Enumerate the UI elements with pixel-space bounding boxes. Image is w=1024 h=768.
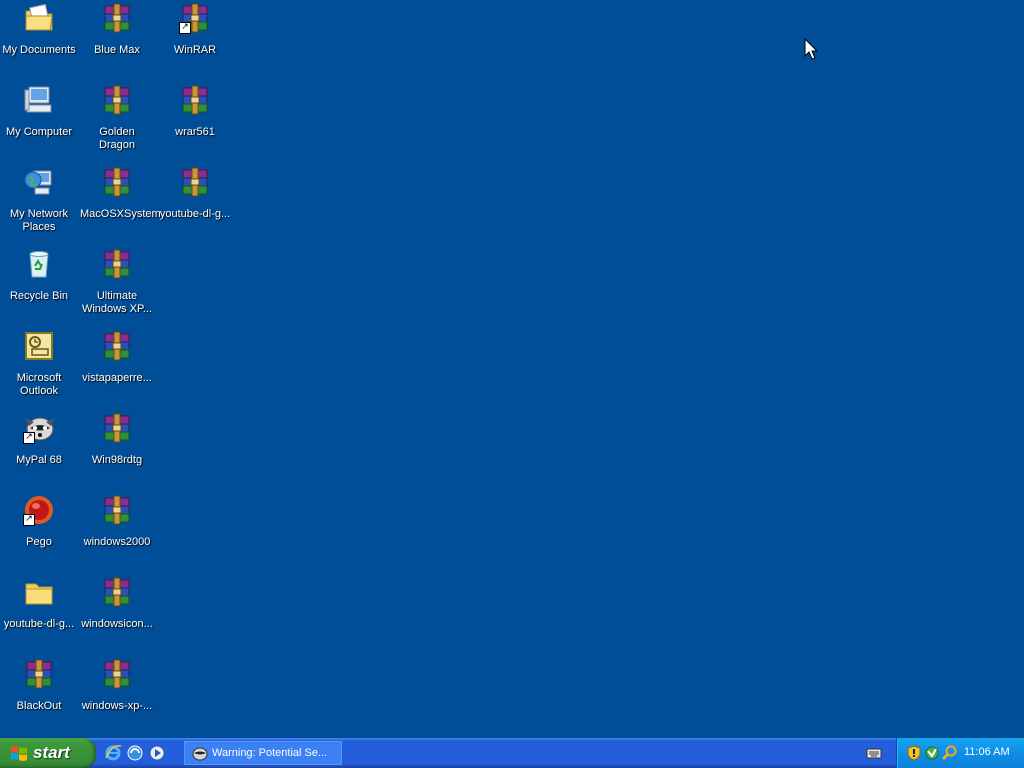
icon-label: windows2000 xyxy=(83,536,151,548)
desktop-icon-windowsicon[interactable]: windowsicon... xyxy=(78,576,156,631)
winrar-archive-icon xyxy=(101,330,133,362)
desktop-icon-win98rdtg[interactable]: Win98rdtg xyxy=(78,412,156,467)
network-icon[interactable] xyxy=(924,745,940,761)
desktop-icon-winrar[interactable]: ↗ WinRAR xyxy=(156,2,234,57)
desktop-icon-mypal-68[interactable]: ↗ MyPal 68 xyxy=(0,412,78,467)
icon-label: youtube-dl-g... xyxy=(3,618,75,630)
icon-label: vistapaperre... xyxy=(82,372,152,384)
recycle-bin-icon xyxy=(23,248,55,280)
outlook-express-icon[interactable] xyxy=(126,744,144,762)
desktop-icon-my-documents[interactable]: My Documents xyxy=(0,2,78,57)
system-tray: 11:06 AM xyxy=(896,738,1024,768)
winrar-archive-icon xyxy=(101,494,133,526)
search-icon[interactable] xyxy=(942,745,958,761)
desktop-icon-macosxsystem[interactable]: MacOSXSystem xyxy=(78,166,161,221)
folder-icon xyxy=(23,576,55,608)
desktop-icon-windows2000[interactable]: windows2000 xyxy=(78,494,156,549)
desktop-icon-microsoft-outlook[interactable]: Microsoft Outlook xyxy=(0,330,78,398)
winrar-archive-icon xyxy=(179,166,211,198)
winrar-installer-icon xyxy=(179,84,211,116)
desktop-icon-windows-xp[interactable]: windows-xp-... xyxy=(78,658,156,713)
my-computer-icon xyxy=(23,84,55,116)
mouse-cursor-icon xyxy=(804,38,818,60)
desktop-icon-my-computer[interactable]: My Computer xyxy=(0,84,78,139)
media-player-icon[interactable] xyxy=(148,744,166,762)
icon-label: windowsicon... xyxy=(81,618,153,630)
icon-label: Blue Max xyxy=(94,44,140,56)
desktop-icon-ultimate-windows-xp[interactable]: Ultimate Windows XP... xyxy=(78,248,156,316)
pego-icon: ↗ xyxy=(23,494,55,526)
icon-label: Recycle Bin xyxy=(9,290,69,302)
network-places-icon xyxy=(23,166,55,198)
security-shield-icon[interactable] xyxy=(906,745,922,761)
winrar-archive-icon xyxy=(101,412,133,444)
icon-label: Golden Dragon xyxy=(98,126,136,151)
icon-label: My Computer xyxy=(5,126,73,138)
outlook-icon xyxy=(23,330,55,362)
icon-label: MyPal 68 xyxy=(16,454,62,466)
desktop-icon-wrar561[interactable]: wrar561 xyxy=(156,84,234,139)
desktop-icon-blue-max[interactable]: Blue Max xyxy=(78,2,156,57)
my-documents-icon xyxy=(23,2,55,34)
start-button[interactable]: start xyxy=(0,738,96,768)
desktop-icon-my-network-places[interactable]: My Network Places xyxy=(0,166,78,234)
winrar-archive-icon xyxy=(23,658,55,690)
desktop-icon-blackout[interactable]: BlackOut xyxy=(0,658,78,713)
mypal-icon xyxy=(192,747,208,761)
icon-label: youtube-dl-g... xyxy=(159,208,231,220)
shortcut-arrow-icon: ↗ xyxy=(23,514,35,526)
desktop-icon-pego[interactable]: ↗ Pego xyxy=(0,494,78,549)
icon-label: BlackOut xyxy=(16,700,62,712)
desktop-icon-youtube-dl-archive[interactable]: youtube-dl-g... xyxy=(156,166,234,221)
taskbar: start Warning: Potential Se... 11:06 AM xyxy=(0,738,1024,768)
winrar-archive-icon xyxy=(101,84,133,116)
desktop-icon-youtube-dl-folder[interactable]: youtube-dl-g... xyxy=(0,576,78,631)
winrar-archive-icon xyxy=(101,166,133,198)
task-button-label: Warning: Potential Se... xyxy=(212,747,328,759)
winrar-shortcut-icon: ↗ xyxy=(179,2,211,34)
mypal-icon: ↗ xyxy=(23,412,55,444)
desktop-icon-golden-dragon[interactable]: Golden Dragon xyxy=(78,84,156,152)
start-label: start xyxy=(33,743,70,762)
quick-launch-bar xyxy=(104,738,166,768)
icon-label: WinRAR xyxy=(173,44,217,56)
taskbar-window-button[interactable]: Warning: Potential Se... xyxy=(184,741,342,765)
icon-label: Ultimate Windows XP... xyxy=(81,290,153,315)
shortcut-arrow-icon: ↗ xyxy=(23,432,35,444)
desktop[interactable]: My Documents My Computer My Network Plac… xyxy=(0,0,1024,738)
icon-label: Pego xyxy=(26,536,52,548)
icon-label: Microsoft Outlook xyxy=(16,372,62,397)
icon-label: My Documents xyxy=(2,44,76,56)
icon-label: My Network Places xyxy=(9,208,69,233)
icon-label: Win98rdtg xyxy=(91,454,143,466)
winrar-archive-icon xyxy=(101,658,133,690)
desktop-icon-recycle-bin[interactable]: Recycle Bin xyxy=(0,248,78,303)
icon-label: wrar561 xyxy=(175,126,215,138)
clock[interactable]: 11:06 AM xyxy=(964,746,1010,758)
winrar-archive-icon xyxy=(101,2,133,34)
keyboard-icon[interactable] xyxy=(866,746,882,760)
icon-label: windows-xp-... xyxy=(81,700,153,712)
shortcut-arrow-icon: ↗ xyxy=(179,22,191,34)
winrar-archive-icon xyxy=(101,248,133,280)
icon-label: MacOSXSystem xyxy=(80,208,161,220)
windows-flag-icon xyxy=(11,746,27,761)
winrar-archive-icon xyxy=(101,576,133,608)
internet-explorer-icon[interactable] xyxy=(104,744,122,762)
desktop-icon-vistapaperre[interactable]: vistapaperre... xyxy=(78,330,156,385)
